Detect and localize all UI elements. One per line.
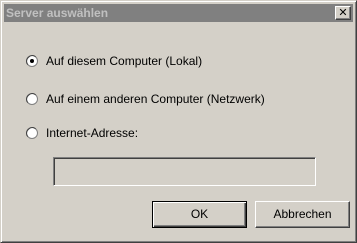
radio-unselected-icon[interactable] [26,93,38,105]
close-button[interactable]: ✕ [335,6,351,20]
title-bar[interactable]: Server auswählen ✕ [4,4,353,22]
radio-label-internet: Internet-Adresse: [46,126,139,140]
cancel-button[interactable]: Abbrechen [255,201,350,228]
internet-address-input[interactable] [53,157,316,186]
radio-option-local[interactable]: Auf diesem Computer (Lokal) [26,53,202,69]
radio-selected-icon[interactable] [26,55,38,67]
radio-unselected-icon[interactable] [26,127,38,139]
radio-option-network[interactable]: Auf einem anderen Computer (Netzwerk) [26,91,265,107]
server-select-dialog: Server auswählen ✕ Auf diesem Computer (… [0,0,357,243]
dialog-title: Server auswählen [6,6,109,20]
ok-button[interactable]: OK [152,201,247,228]
close-icon: ✕ [338,6,348,19]
radio-option-internet[interactable]: Internet-Adresse: [26,125,138,141]
radio-label-local: Auf diesem Computer (Lokal) [46,54,203,68]
radio-label-network: Auf einem anderen Computer (Netzwerk) [46,92,265,106]
